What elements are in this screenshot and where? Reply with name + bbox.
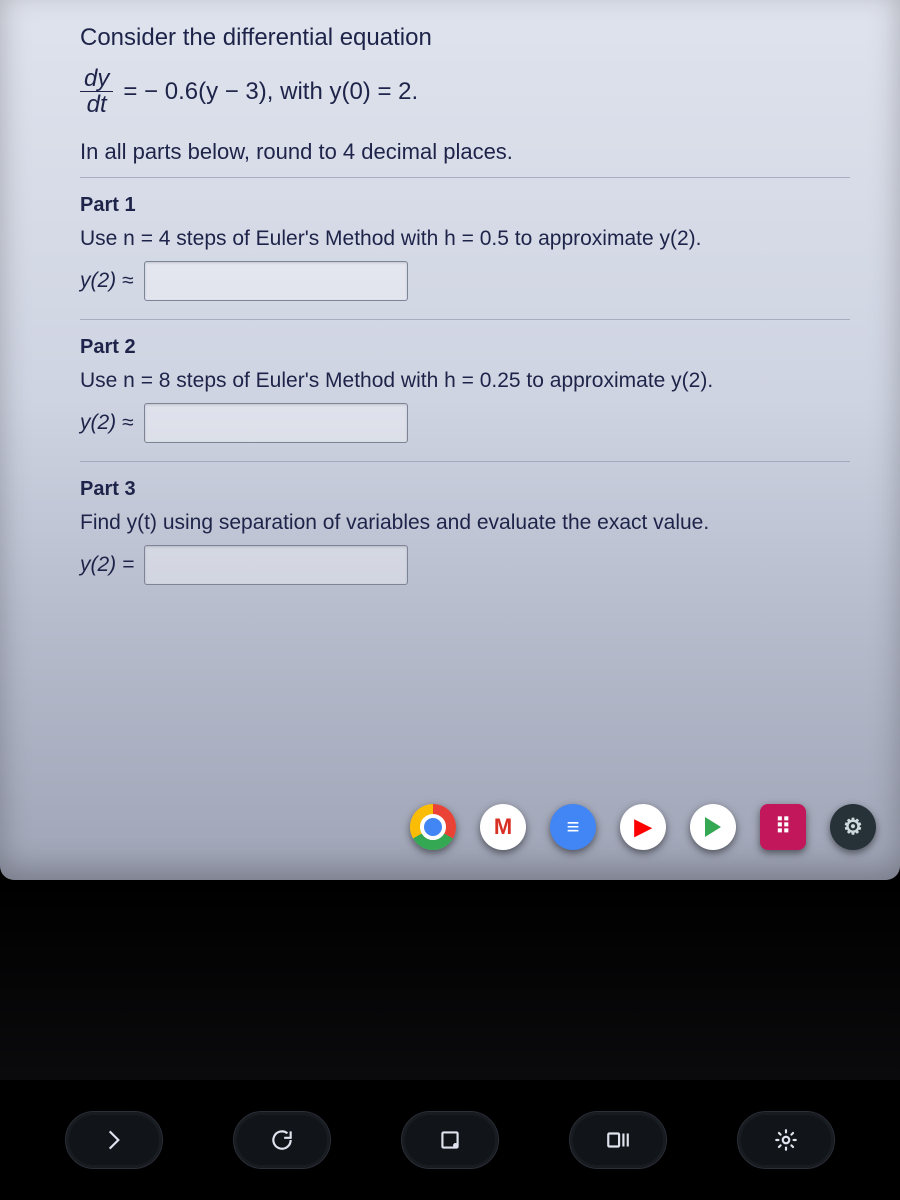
gmail-icon[interactable]: M — [480, 804, 526, 850]
part-2-body: Use n = 8 steps of Euler's Method with h… — [80, 369, 850, 393]
differential-equation: dy dt = − 0.6(y − 3), with y(0) = 2. — [80, 66, 850, 117]
fullscreen-key[interactable] — [401, 1111, 499, 1169]
forward-key[interactable] — [65, 1111, 163, 1169]
part-3-heading: Part 3 — [80, 478, 850, 501]
play-store-icon[interactable] — [690, 804, 736, 850]
part-3-answer-row: y(2) = — [80, 545, 850, 585]
divider — [80, 319, 850, 320]
games-icon[interactable]: ⠿ — [760, 804, 806, 850]
equation-rhs: = − 0.6(y − 3), with y(0) = 2. — [123, 78, 418, 106]
rounding-instruction: In all parts below, round to 4 decimal p… — [80, 139, 850, 165]
part-2-answer-label: y(2) ≈ — [80, 411, 134, 435]
app-shelf: M ≡ ▶ ⠿ ⚙ — [0, 792, 900, 862]
part-2-answer-input[interactable] — [144, 403, 408, 443]
fraction-numerator: dy — [80, 66, 113, 92]
part-2-heading: Part 2 — [80, 336, 850, 359]
fraction-dy-dt: dy dt — [80, 66, 113, 117]
fraction-denominator: dt — [83, 92, 111, 117]
part-1-body: Use n = 4 steps of Euler's Method with h… — [80, 227, 850, 251]
keyboard-top-row — [0, 1080, 900, 1200]
youtube-icon[interactable]: ▶ — [620, 804, 666, 850]
part-2-answer-row: y(2) ≈ — [80, 403, 850, 443]
part-1-answer-input[interactable] — [144, 261, 408, 301]
part-1-heading: Part 1 — [80, 194, 850, 217]
settings-icon[interactable]: ⚙ — [830, 804, 876, 850]
part-1-answer-row: y(2) ≈ — [80, 261, 850, 301]
laptop-bezel — [0, 880, 900, 1080]
part-3-body: Find y(t) using separation of variables … — [80, 511, 850, 535]
divider — [80, 177, 850, 178]
reload-key[interactable] — [233, 1111, 331, 1169]
screen-area: Consider the differential equation dy dt… — [0, 0, 900, 880]
question-prompt: Consider the differential equation — [80, 24, 850, 52]
question-content: Consider the differential equation dy dt… — [0, 0, 900, 585]
chrome-icon[interactable] — [410, 804, 456, 850]
part-1-answer-label: y(2) ≈ — [80, 269, 134, 293]
docs-icon[interactable]: ≡ — [550, 804, 596, 850]
brightness-down-key[interactable] — [737, 1111, 835, 1169]
part-3-answer-label: y(2) = — [80, 553, 134, 577]
part-3-answer-input[interactable] — [144, 545, 408, 585]
overview-key[interactable] — [569, 1111, 667, 1169]
divider — [80, 461, 850, 462]
